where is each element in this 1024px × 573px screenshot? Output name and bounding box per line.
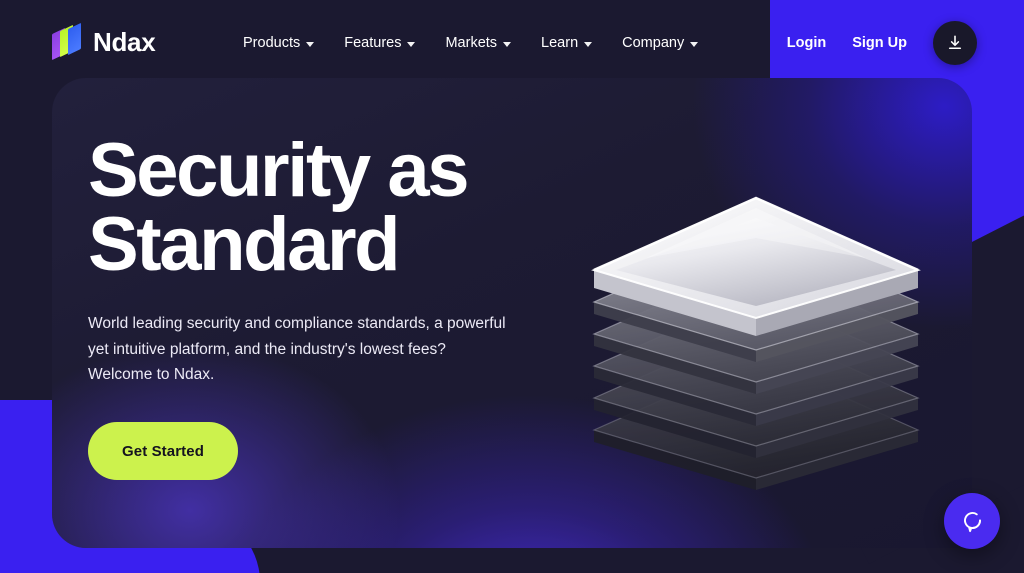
brand-logo[interactable]: Ndax bbox=[52, 22, 156, 61]
stacked-layers-3d-illustration bbox=[566, 130, 946, 500]
chevron-down-icon bbox=[690, 41, 699, 47]
hero-content: Security as Standard World leading secur… bbox=[88, 133, 558, 481]
download-icon bbox=[948, 35, 962, 50]
nav-item-company[interactable]: Company bbox=[622, 35, 699, 51]
brand-name: Ndax bbox=[93, 27, 156, 57]
download-app-button[interactable] bbox=[933, 21, 977, 65]
header-actions: Login Sign Up bbox=[787, 0, 1024, 86]
chevron-down-icon bbox=[584, 41, 593, 47]
chevron-down-icon bbox=[306, 41, 315, 47]
ndax-layers-logo-icon bbox=[52, 22, 82, 61]
nav-item-learn[interactable]: Learn bbox=[541, 35, 593, 51]
site-header: Ndax Products Features Markets Learn Com… bbox=[0, 0, 1024, 86]
login-link[interactable]: Login bbox=[787, 35, 826, 51]
nav-item-label: Products bbox=[243, 35, 301, 51]
main-navigation: Products Features Markets Learn Company bbox=[243, 0, 699, 86]
get-started-button[interactable]: Get Started bbox=[88, 422, 238, 481]
signup-link[interactable]: Sign Up bbox=[852, 35, 907, 51]
page-title: Security as Standard bbox=[88, 133, 558, 283]
nav-item-label: Company bbox=[622, 35, 685, 51]
nav-item-products[interactable]: Products bbox=[243, 35, 315, 51]
nav-item-markets[interactable]: Markets bbox=[445, 35, 512, 51]
chat-bubble-icon bbox=[964, 512, 981, 533]
hero-title-line-2: Standard bbox=[88, 202, 401, 288]
nav-item-label: Learn bbox=[541, 35, 579, 51]
nav-item-features[interactable]: Features bbox=[344, 35, 416, 51]
chat-widget-button[interactable] bbox=[944, 493, 1000, 549]
hero-subtitle: World leading security and compliance st… bbox=[88, 314, 506, 384]
hero-title-line-1: Security as bbox=[88, 128, 470, 213]
nav-item-label: Features bbox=[344, 35, 402, 51]
nav-item-label: Markets bbox=[445, 35, 498, 51]
hero-page: Ndax Products Features Markets Learn Com… bbox=[0, 0, 1024, 573]
chevron-down-icon bbox=[503, 41, 512, 47]
chevron-down-icon bbox=[407, 41, 416, 47]
